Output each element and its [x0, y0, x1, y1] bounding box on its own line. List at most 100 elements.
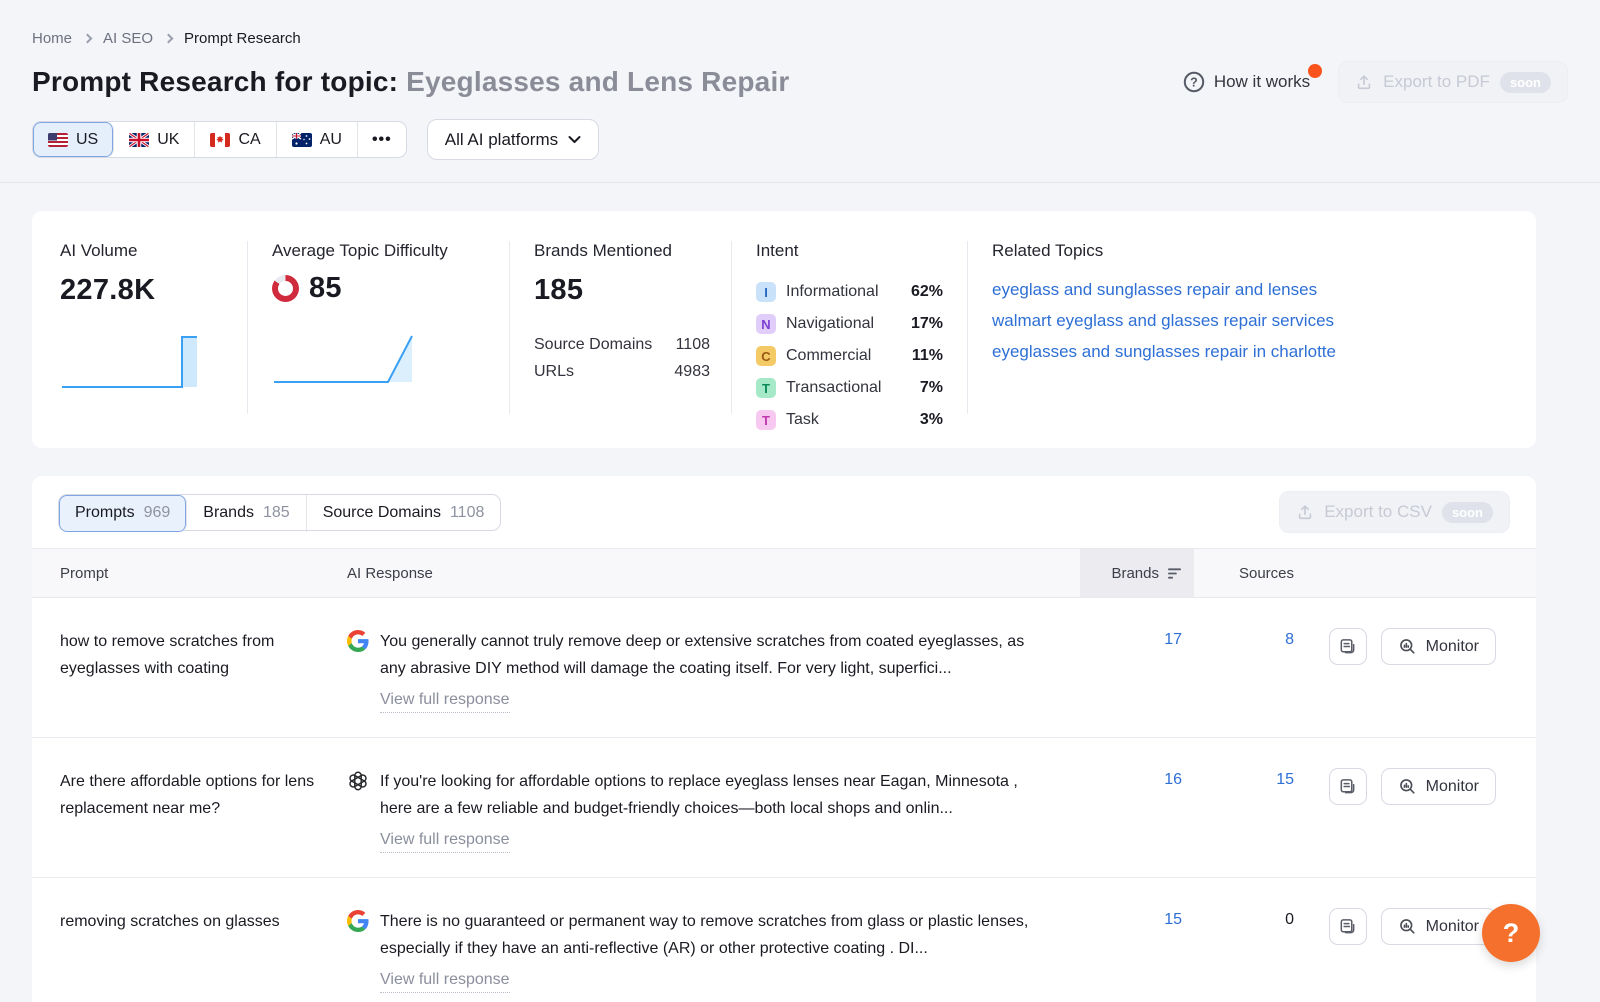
au-flag-icon — [292, 133, 312, 147]
us-flag-icon — [48, 133, 68, 147]
difficulty-gauge-icon — [272, 275, 299, 302]
ai-response-text: You generally cannot truly remove deep o… — [380, 633, 1024, 677]
chevron-right-icon — [164, 34, 174, 44]
country-tab-uk[interactable]: UK — [114, 122, 195, 157]
related-topic-link[interactable]: eyeglasses and sunglasses repair in char… — [992, 336, 1508, 367]
copy-document-icon — [1338, 777, 1357, 796]
column-header-prompt: Prompt — [32, 549, 347, 597]
chevron-down-icon — [568, 135, 581, 144]
notification-dot — [1308, 64, 1322, 78]
tab-source-domains[interactable]: Source Domains1108 — [307, 495, 501, 532]
related-topic-link[interactable]: eyeglass and sunglasses repair and lense… — [992, 274, 1508, 305]
view-full-response-link[interactable]: View full response — [380, 828, 510, 853]
chatgpt-icon — [347, 770, 369, 792]
copy-response-button[interactable] — [1329, 628, 1367, 665]
uk-flag-icon — [129, 133, 149, 147]
monitor-magnifier-icon — [1398, 637, 1417, 656]
brands-mentioned-value: 185 — [534, 274, 707, 307]
upload-icon — [1296, 503, 1314, 521]
ai-response-text: If you're looking for affordable options… — [380, 773, 1018, 817]
country-tab-au[interactable]: AU — [277, 122, 358, 157]
intent-row: T Task 3% — [756, 404, 943, 436]
copy-document-icon — [1338, 917, 1357, 936]
difficulty-sparkline — [272, 326, 432, 386]
monitor-button[interactable]: Monitor — [1381, 908, 1496, 945]
more-countries-button[interactable]: ••• — [358, 122, 406, 157]
column-header-sources[interactable]: Sources — [1194, 549, 1312, 597]
difficulty-value: 85 — [309, 272, 342, 305]
related-topics: Related Topics eyeglass and sunglasses r… — [992, 241, 1508, 414]
sources-count-link[interactable]: 15 — [1194, 768, 1312, 853]
sources-count-link[interactable]: 8 — [1194, 628, 1312, 713]
breadcrumb-ai-seo[interactable]: AI SEO — [103, 30, 153, 47]
upload-icon — [1355, 73, 1373, 91]
tab-brands[interactable]: Brands185 — [187, 495, 306, 532]
ai-volume-metric: AI Volume 227.8K — [60, 241, 248, 414]
results-card: Prompts969 Brands185 Source Domains1108 … — [32, 476, 1536, 1002]
monitor-button[interactable]: Monitor — [1381, 628, 1496, 665]
ai-volume-value: 227.8K — [60, 274, 223, 307]
column-header-brands[interactable]: Brands — [1080, 549, 1194, 597]
page-header: Home AI SEO Prompt Research Prompt Resea… — [0, 0, 1600, 160]
table-row: Are there affordable options for lens re… — [32, 738, 1536, 878]
prompt-text: removing scratches on glasses — [32, 908, 347, 993]
intent-row: T Transactional 7% — [756, 372, 943, 404]
related-topic-link[interactable]: walmart eyeglass and glasses repair serv… — [992, 305, 1508, 336]
intent-row: C Commercial 11% — [756, 340, 943, 372]
how-it-works-button[interactable]: ? How it works — [1183, 71, 1320, 93]
column-header-actions — [1312, 549, 1536, 597]
tab-prompts[interactable]: Prompts969 — [59, 495, 187, 532]
sources-count-link[interactable]: 0 — [1194, 908, 1312, 993]
view-full-response-link[interactable]: View full response — [380, 688, 510, 713]
page-title: Prompt Research for topic: Eyeglasses an… — [32, 66, 790, 98]
breadcrumb: Home AI SEO Prompt Research — [32, 30, 1568, 47]
results-tabs: Prompts969 Brands185 Source Domains1108 — [58, 494, 501, 531]
soon-badge: soon — [1500, 72, 1551, 93]
help-button[interactable]: ? — [1482, 904, 1540, 962]
table-row: how to remove scratches from eyeglasses … — [32, 598, 1536, 738]
ai-response-text: There is no guaranteed or permanent way … — [380, 913, 1028, 957]
country-selector: US UK CA — [32, 121, 407, 158]
brands-count-link[interactable]: 17 — [1080, 628, 1194, 713]
ai-platforms-dropdown[interactable]: All AI platforms — [427, 119, 599, 160]
google-icon — [347, 910, 369, 932]
prompt-text: Are there affordable options for lens re… — [32, 768, 347, 853]
chevron-right-icon — [83, 34, 93, 44]
copy-response-button[interactable] — [1329, 908, 1367, 945]
monitor-magnifier-icon — [1398, 917, 1417, 936]
brands-count-link[interactable]: 15 — [1080, 908, 1194, 993]
prompt-text: how to remove scratches from eyeglasses … — [32, 628, 347, 713]
svg-text:?: ? — [1190, 76, 1198, 90]
ai-volume-sparkline — [60, 331, 212, 391]
table-header: Prompt AI Response Brands Sources — [32, 548, 1536, 598]
copy-response-button[interactable] — [1329, 768, 1367, 805]
column-header-ai-response: AI Response — [347, 549, 1080, 597]
ca-flag-icon — [210, 133, 230, 147]
intent-row: I Informational 62% — [756, 276, 943, 308]
monitor-button[interactable]: Monitor — [1381, 768, 1496, 805]
urls-stat: URLs 4983 — [534, 358, 710, 385]
monitor-magnifier-icon — [1398, 777, 1417, 796]
country-tab-ca[interactable]: CA — [195, 122, 276, 157]
export-to-pdf-button[interactable]: Export to PDF soon — [1338, 61, 1568, 103]
soon-badge: soon — [1442, 502, 1493, 523]
breadcrumb-current: Prompt Research — [184, 30, 301, 47]
sort-descending-icon — [1167, 567, 1182, 580]
source-domains-stat: Source Domains 1108 — [534, 331, 710, 358]
view-full-response-link[interactable]: View full response — [380, 968, 510, 993]
topic-difficulty-metric: Average Topic Difficulty 85 — [272, 241, 510, 414]
summary-card: AI Volume 227.8K Average Topic Difficult… — [32, 211, 1536, 448]
google-icon — [347, 630, 369, 652]
export-to-csv-button[interactable]: Export to CSV soon — [1279, 491, 1510, 533]
table-row: removing scratches on glasses There is n… — [32, 878, 1536, 1002]
topic-name: Eyeglasses and Lens Repair — [406, 66, 789, 97]
breadcrumb-home[interactable]: Home — [32, 30, 72, 47]
question-circle-icon: ? — [1183, 71, 1205, 93]
header-divider — [0, 182, 1600, 183]
brands-mentioned-metric: Brands Mentioned 185 Source Domains 1108… — [534, 241, 732, 414]
brands-count-link[interactable]: 16 — [1080, 768, 1194, 853]
country-tab-us[interactable]: US — [33, 122, 114, 157]
intent-metric: Intent I Informational 62% N Navigationa… — [756, 241, 968, 414]
copy-document-icon — [1338, 637, 1357, 656]
intent-row: N Navigational 17% — [756, 308, 943, 340]
